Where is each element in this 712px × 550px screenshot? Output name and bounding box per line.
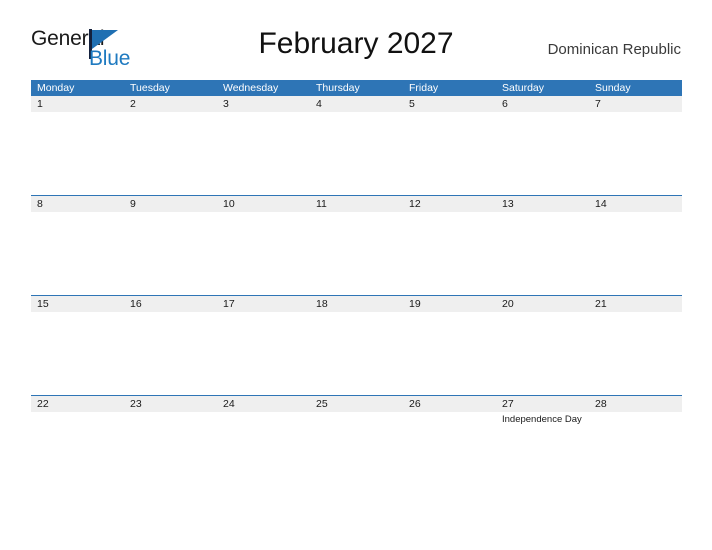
calendar-week-row: 8 9 10 11 12 13 14 (31, 195, 682, 295)
day-number[interactable]: 5 (403, 96, 496, 112)
weekday-header-saturday: Saturday (502, 82, 545, 94)
day-cell[interactable] (217, 312, 310, 395)
day-cell[interactable] (124, 312, 217, 395)
weekday-header-thursday: Thursday (316, 82, 360, 94)
day-cell[interactable] (31, 212, 124, 295)
day-cell[interactable] (589, 212, 682, 295)
day-cell[interactable] (403, 112, 496, 195)
week-date-strip: 15 16 17 18 19 20 21 (31, 295, 682, 312)
week-date-strip: 8 9 10 11 12 13 14 (31, 195, 682, 212)
calendar-week-row: 1 2 3 4 5 6 7 (31, 96, 682, 195)
day-cell[interactable] (403, 412, 496, 495)
day-cell[interactable] (31, 412, 124, 495)
week-body-strip: Independence Day (31, 412, 682, 495)
day-number[interactable]: 16 (124, 296, 217, 312)
calendar-week-row: 22 23 24 25 26 27 28 Independence Day (31, 395, 682, 495)
day-cell[interactable] (589, 112, 682, 195)
weekday-header-row: Monday Tuesday Wednesday Thursday Friday… (31, 80, 682, 96)
day-cell[interactable] (124, 412, 217, 495)
day-number[interactable]: 12 (403, 196, 496, 212)
day-cell[interactable] (589, 412, 682, 495)
day-number[interactable]: 8 (31, 196, 124, 212)
weekday-header-wednesday: Wednesday (223, 82, 279, 94)
weekday-header-friday: Friday (409, 82, 439, 94)
day-cell[interactable] (124, 212, 217, 295)
calendar-week-row: 15 16 17 18 19 20 21 (31, 295, 682, 395)
day-cell[interactable] (31, 112, 124, 195)
day-cell[interactable] (496, 112, 589, 195)
day-cell[interactable] (310, 412, 403, 495)
week-date-strip: 22 23 24 25 26 27 28 (31, 395, 682, 412)
day-number[interactable]: 19 (403, 296, 496, 312)
day-number[interactable]: 2 (124, 96, 217, 112)
day-cell[interactable] (217, 412, 310, 495)
day-cell[interactable] (589, 312, 682, 395)
day-cell[interactable] (217, 112, 310, 195)
page-header: General Blue February 2027 Dominican Rep… (0, 0, 712, 78)
day-number[interactable]: 15 (31, 296, 124, 312)
day-number[interactable]: 13 (496, 196, 589, 212)
region-label: Dominican Republic (547, 41, 681, 58)
day-number[interactable]: 1 (31, 96, 124, 112)
week-date-strip: 1 2 3 4 5 6 7 (31, 96, 682, 112)
day-number[interactable]: 24 (217, 396, 310, 412)
holiday-event-independence-day: Independence Day (502, 414, 582, 425)
calendar-page: General Blue February 2027 Dominican Rep… (0, 0, 712, 550)
day-number[interactable]: 27 (496, 396, 589, 412)
day-number[interactable]: 20 (496, 296, 589, 312)
week-body-strip (31, 212, 682, 295)
day-number[interactable]: 25 (310, 396, 403, 412)
day-cell[interactable] (124, 112, 217, 195)
week-body-strip (31, 112, 682, 195)
day-number[interactable]: 7 (589, 96, 682, 112)
day-cell[interactable] (310, 112, 403, 195)
day-number[interactable]: 17 (217, 296, 310, 312)
day-number[interactable]: 26 (403, 396, 496, 412)
day-cell[interactable] (496, 212, 589, 295)
day-number[interactable]: 28 (589, 396, 682, 412)
day-number[interactable]: 11 (310, 196, 403, 212)
day-cell[interactable] (310, 212, 403, 295)
day-cell[interactable] (310, 312, 403, 395)
day-number[interactable]: 4 (310, 96, 403, 112)
day-number[interactable]: 14 (589, 196, 682, 212)
day-number[interactable]: 6 (496, 96, 589, 112)
weekday-header-monday: Monday (37, 82, 75, 94)
day-cell[interactable] (217, 212, 310, 295)
day-number[interactable]: 23 (124, 396, 217, 412)
day-cell[interactable] (31, 312, 124, 395)
day-number[interactable]: 21 (589, 296, 682, 312)
day-number[interactable]: 18 (310, 296, 403, 312)
day-number[interactable]: 10 (217, 196, 310, 212)
weekday-header-tuesday: Tuesday (130, 82, 170, 94)
day-cell[interactable] (403, 212, 496, 295)
day-cell[interactable]: Independence Day (496, 412, 589, 495)
day-number[interactable]: 22 (31, 396, 124, 412)
calendar-grid: Monday Tuesday Wednesday Thursday Friday… (31, 80, 682, 495)
day-cell[interactable] (403, 312, 496, 395)
weekday-header-sunday: Sunday (595, 82, 631, 94)
day-number[interactable]: 9 (124, 196, 217, 212)
day-number[interactable]: 3 (217, 96, 310, 112)
week-body-strip (31, 312, 682, 395)
day-cell[interactable] (496, 312, 589, 395)
